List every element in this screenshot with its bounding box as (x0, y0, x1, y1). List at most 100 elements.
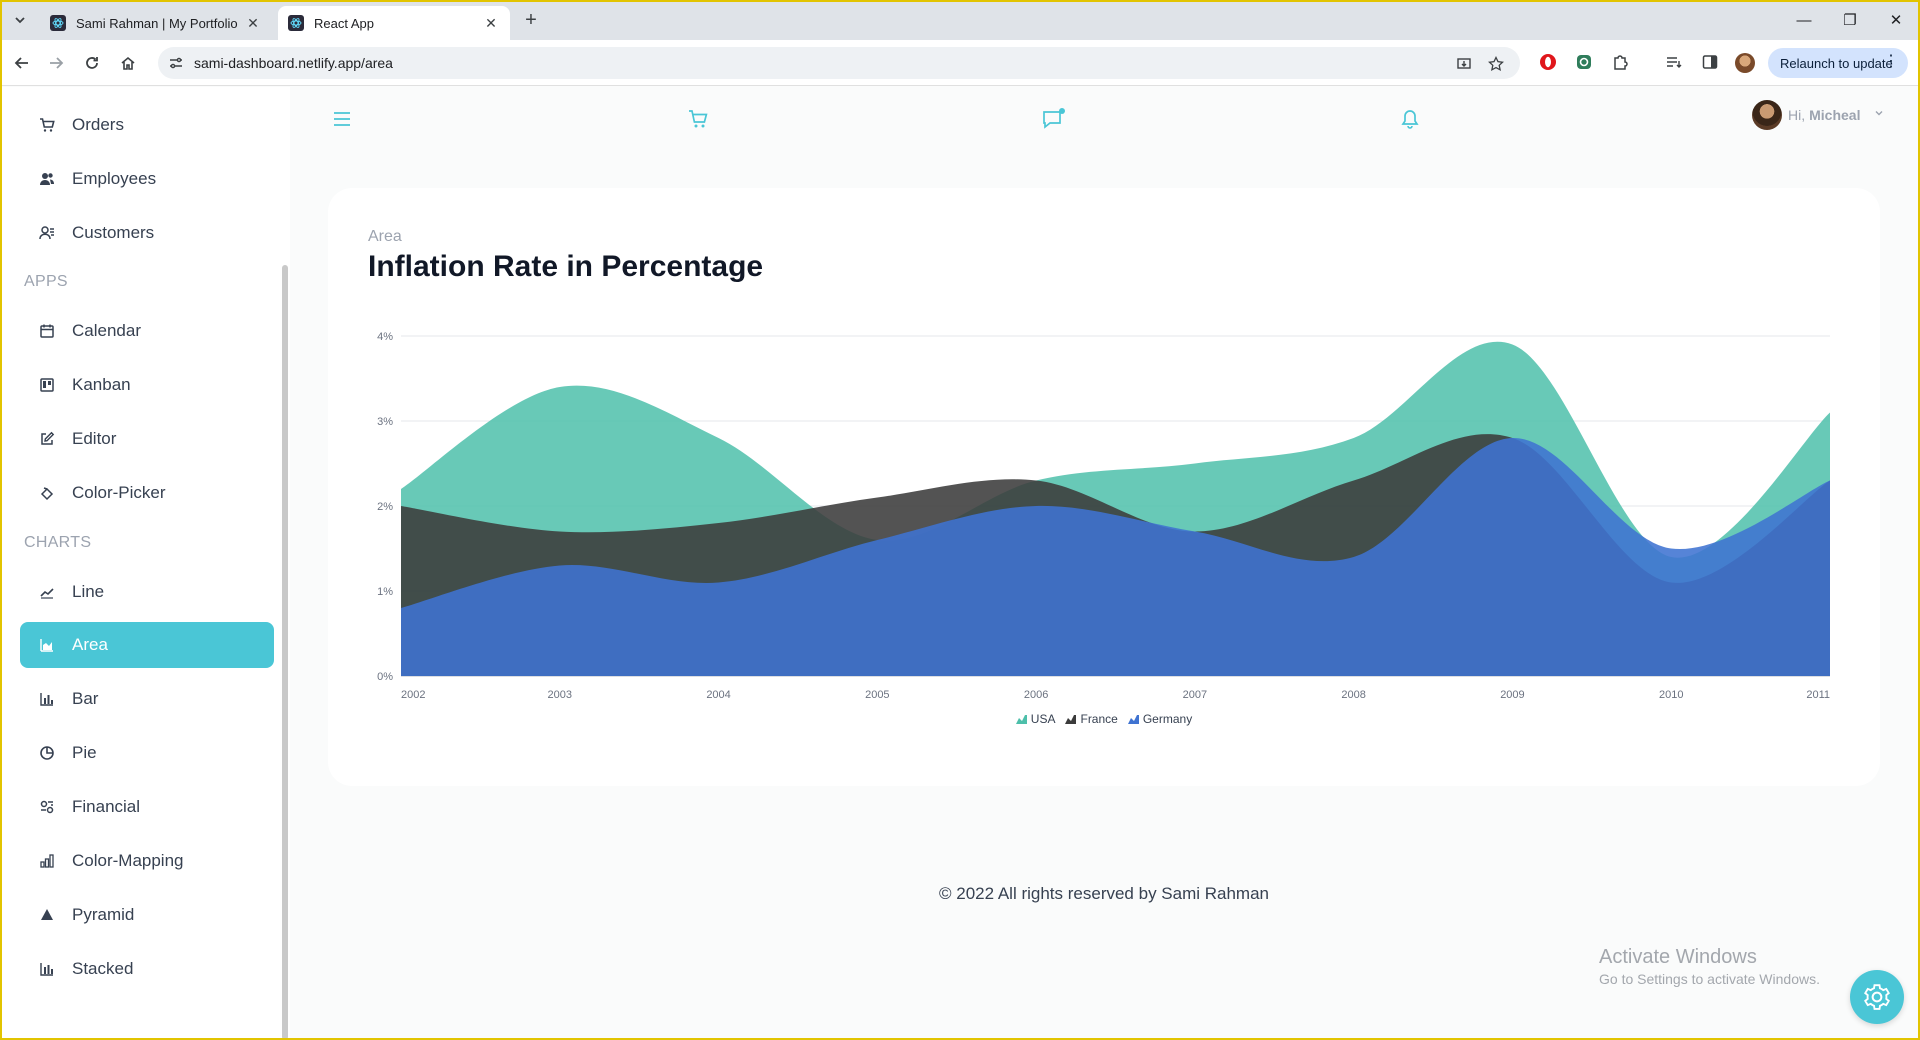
hamburger-icon (334, 112, 350, 126)
install-app-icon[interactable] (1454, 54, 1474, 74)
cart-button[interactable] (684, 105, 712, 133)
pyramid-icon (36, 904, 58, 926)
sidebar-item-bar[interactable]: Bar (20, 676, 274, 722)
minimize-button[interactable]: — (1782, 6, 1826, 34)
bell-icon (1401, 110, 1419, 129)
browser-tab-react-app[interactable]: React App ✕ (278, 6, 510, 40)
chart-card: Area Inflation Rate in Percentage 0% 1% 2%… (328, 188, 1880, 786)
sidebar-item-label: Kanban (72, 375, 131, 394)
user-name: Micheal (1809, 107, 1861, 123)
bookmark-star-icon[interactable] (1486, 54, 1506, 74)
close-tab-icon[interactable]: ✕ (482, 14, 500, 32)
close-window-button[interactable]: ✕ (1874, 6, 1918, 34)
line-chart-icon (36, 581, 58, 603)
calendar-icon (36, 320, 58, 342)
chat-icon (1043, 108, 1065, 129)
customers-icon (36, 222, 58, 244)
sidebar-item-label: Area (72, 635, 108, 654)
gear-icon (1864, 984, 1890, 1010)
close-tab-icon[interactable]: ✕ (244, 14, 262, 32)
legend-swatch (1015, 714, 1027, 724)
reading-list-icon[interactable] (1664, 52, 1684, 72)
settings-button[interactable] (1850, 970, 1904, 1024)
windows-activation-watermark: Activate Windows Go to Settings to activ… (1599, 946, 1820, 987)
cart-icon (689, 110, 708, 128)
sidebar-item-label: Stacked (72, 959, 134, 978)
sidebar-item-label: Editor (72, 429, 117, 448)
financial-icon (36, 796, 58, 818)
user-greeting[interactable]: Hi, Micheal (1788, 107, 1860, 123)
legend-label: Germany (1142, 712, 1193, 726)
sidebar-item-pie[interactable]: Pie (20, 730, 274, 776)
legend-label: France (1080, 712, 1118, 726)
home-button[interactable] (114, 49, 142, 77)
sidebar-item-color-picker[interactable]: Color-Picker (20, 470, 274, 516)
notification-button[interactable] (1396, 105, 1424, 133)
sidebar-item-employees[interactable]: Employees (20, 156, 274, 202)
x-tick-label: 2007 (1183, 689, 1207, 701)
card-category: Area (368, 228, 402, 245)
restore-button[interactable]: ❐ (1828, 6, 1872, 34)
section-label-apps: APPS (24, 273, 68, 290)
sidebar-item-stacked[interactable]: Stacked (20, 946, 274, 992)
chat-button[interactable] (1040, 105, 1068, 133)
relaunch-to-update-button[interactable]: Relaunch to update ⋮ (1768, 48, 1908, 78)
extensions-puzzle-icon[interactable] (1610, 52, 1630, 72)
footer-text: © 2022 All rights reserved by Sami Rahma… (938, 884, 1269, 903)
react-logo-icon (50, 15, 66, 31)
editor-icon (36, 428, 58, 450)
address-bar[interactable]: sami-dashboard.netlify.app/area (158, 47, 1520, 79)
reload-button[interactable] (78, 49, 106, 77)
user-menu-chevron[interactable] (1873, 106, 1885, 124)
y-tick-label: 3% (377, 416, 393, 428)
area-chart-icon (36, 634, 58, 656)
y-tick-label: 1% (377, 586, 393, 598)
back-arrow-icon (14, 57, 28, 69)
browser-tab-portfolio[interactable]: Sami Rahman | My Portfolio ✕ (40, 6, 272, 40)
sidebar-item-color-mapping[interactable]: Color-Mapping (20, 838, 274, 884)
url-text: sami-dashboard.netlify.app/area (194, 55, 393, 71)
sidebar-item-editor[interactable]: Editor (20, 416, 274, 462)
site-info-icon (170, 57, 182, 69)
watermark-subtitle: Go to Settings to activate Windows. (1599, 971, 1820, 987)
sidebar-item-area[interactable]: Area (20, 622, 274, 668)
new-tab-button[interactable]: + (518, 8, 544, 34)
legend-swatch (1127, 714, 1139, 724)
browser-profile-avatar[interactable] (1735, 53, 1755, 73)
user-avatar[interactable] (1752, 100, 1782, 130)
chart-legend: USA France Germany (328, 712, 1880, 726)
legend-item-usa[interactable]: USA (1015, 712, 1055, 726)
back-button[interactable] (8, 49, 36, 77)
employees-icon (36, 168, 58, 190)
more-menu-icon[interactable]: ⋮ (1883, 54, 1899, 70)
legend-item-germany[interactable]: Germany (1127, 712, 1193, 726)
sidebar-scrollbar[interactable] (282, 265, 288, 1040)
sidebar-item-label: Orders (72, 115, 124, 134)
area-chart[interactable]: 0% 1% 2% 3% 4% 2002 2003 2004 2005 2006 2007 2008 20… (328, 318, 1880, 708)
x-tick-label: 2011 (1806, 689, 1830, 701)
tab-search-button[interactable] (8, 8, 32, 32)
legend-item-france[interactable]: France (1065, 712, 1118, 726)
browser-toolbar: sami-dashboard.netlify.app/area Relaunch… (0, 40, 1920, 86)
y-tick-label: 0% (377, 671, 393, 683)
sidebar-item-line[interactable]: Line (20, 569, 274, 615)
sidebar-item-label: Line (72, 582, 105, 601)
tab-title: React App (314, 15, 374, 31)
sidebar-item-customers[interactable]: Customers (20, 210, 274, 256)
sidebar-item-kanban[interactable]: Kanban (20, 362, 274, 408)
opera-extension-icon[interactable] (1538, 52, 1558, 72)
sidebar-item-calendar[interactable]: Calendar (20, 308, 274, 354)
sidebar-item-label: Pyramid (72, 905, 135, 924)
extension-green-icon[interactable] (1574, 52, 1594, 72)
section-label-charts: CHARTS (24, 534, 92, 551)
sidebar-item-label: Pie (72, 743, 97, 762)
forward-button[interactable] (42, 49, 70, 77)
cart-icon (36, 114, 58, 136)
greeting-text: Hi, (1788, 107, 1806, 123)
sidebar-item-orders[interactable]: Orders (20, 102, 274, 148)
sidebar-item-financial[interactable]: Financial (20, 784, 274, 830)
x-tick-label: 2005 (865, 689, 889, 701)
sidebar-item-label: Bar (72, 689, 99, 708)
side-panel-icon[interactable] (1700, 52, 1720, 72)
menu-toggle-button[interactable] (328, 105, 356, 133)
